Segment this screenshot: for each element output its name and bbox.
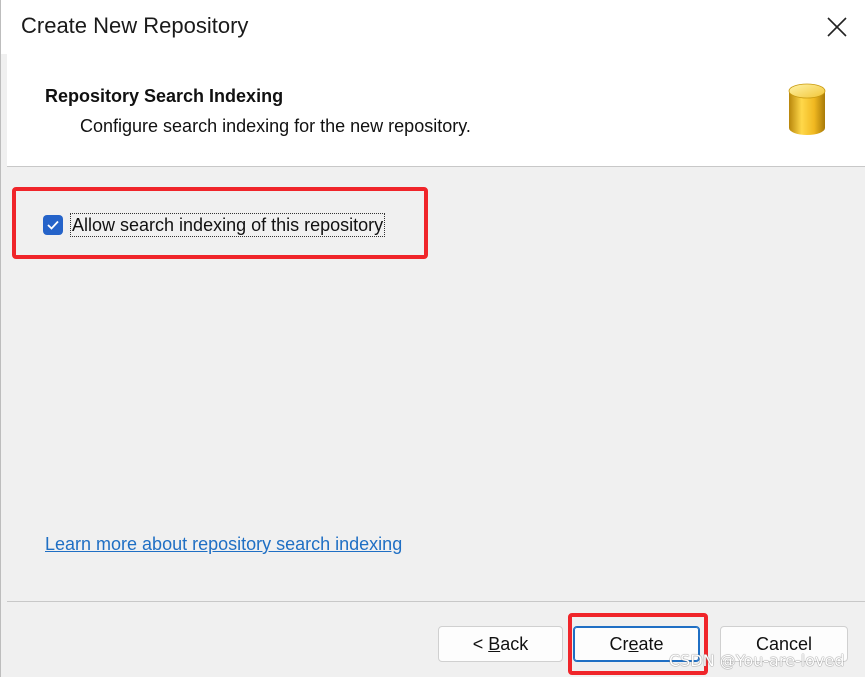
allow-indexing-label[interactable]: Allow search indexing of this repository [70, 213, 386, 237]
back-button[interactable]: < Back [438, 626, 563, 662]
footer-divider [7, 601, 865, 602]
window-title: Create New Repository [21, 13, 249, 38]
page-title: Repository Search Indexing [45, 86, 284, 106]
page-subtitle: Configure search indexing for the new re… [80, 116, 471, 136]
create-label-prefix: Cr [609, 634, 629, 654]
close-button[interactable] [813, 6, 861, 48]
allow-indexing-option[interactable]: Allow search indexing of this repository [43, 212, 386, 238]
content-area: Allow search indexing of this repository… [7, 167, 865, 601]
back-label-rest: ack [500, 634, 529, 654]
create-label-rest: ate [638, 634, 664, 654]
create-label-mnemonic: e [628, 634, 639, 654]
back-label-prefix: < [472, 634, 489, 654]
close-icon [827, 17, 847, 37]
wizard-header: Repository Search Indexing Configure sea… [7, 54, 865, 167]
learn-more-link[interactable]: Learn more about repository search index… [45, 534, 402, 555]
watermark: CSDN @You-are-loved [669, 651, 845, 670]
checkmark-icon [47, 220, 59, 230]
database-icon [788, 83, 826, 135]
back-label-mnemonic: B [488, 634, 501, 654]
create-repository-dialog: Create New Repository Repository Search … [0, 0, 865, 677]
title-bar: Create New Repository [1, 0, 865, 54]
allow-indexing-checkbox[interactable] [43, 215, 63, 235]
